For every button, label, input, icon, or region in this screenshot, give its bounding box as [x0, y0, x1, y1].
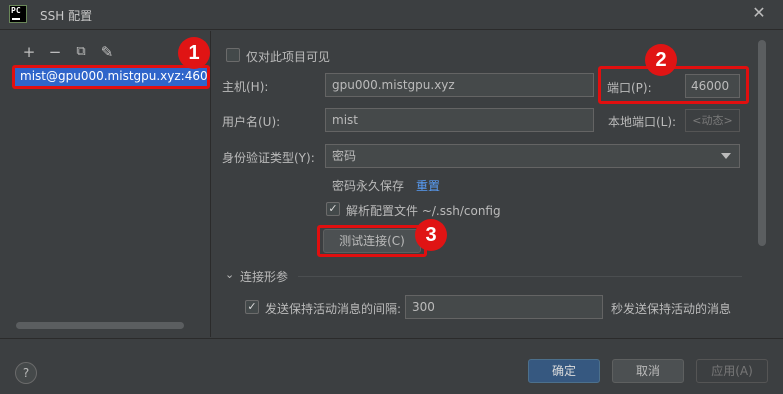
add-icon[interactable]: + — [20, 43, 38, 61]
close-icon[interactable]: ✕ — [750, 4, 768, 22]
test-connection-button[interactable]: 测试连接(C) — [323, 229, 421, 253]
port-label: 端口(P): — [607, 81, 652, 95]
parse-config-label: 解析配置文件 ~/.ssh/config — [346, 204, 501, 218]
vertical-scrollbar[interactable] — [758, 40, 766, 246]
collapse-chevron-icon[interactable]: ⌄ — [225, 268, 234, 281]
reset-link[interactable]: 重置 — [416, 177, 440, 194]
connection-params-header[interactable]: 连接形参 — [240, 268, 288, 285]
parse-config-checkbox[interactable]: ✓ — [326, 202, 340, 216]
section-divider — [298, 276, 742, 277]
keepalive-suffix: 秒发送保持活动的消息 — [611, 302, 732, 316]
highlight-box-1 — [12, 65, 210, 89]
host-label: 主机(H): — [222, 80, 269, 94]
project-only-checkbox[interactable] — [226, 48, 240, 62]
local-port-input: <动态> — [685, 109, 740, 132]
project-only-label: 仅对此项目可见 — [246, 50, 331, 64]
annotation-badge-1: 1 — [178, 37, 210, 69]
chevron-down-icon — [721, 153, 731, 159]
edit-icon[interactable]: ✎ — [98, 43, 116, 61]
apply-button: 应用(A) — [696, 359, 768, 383]
auth-type-select[interactable]: 密码 — [325, 144, 740, 168]
copy-icon[interactable]: ⧉ — [72, 43, 90, 61]
logo-text: PC — [11, 6, 21, 15]
horizontal-scrollbar[interactable] — [16, 322, 184, 329]
cancel-button[interactable]: 取消 — [612, 359, 684, 383]
username-input[interactable]: mist — [325, 108, 594, 132]
remove-icon[interactable]: − — [46, 43, 64, 61]
auth-type-label: 身份验证类型(Y): — [222, 151, 315, 165]
auth-type-value: 密码 — [332, 149, 357, 163]
pycharm-logo-icon: PC — [9, 5, 27, 23]
keepalive-label: 发送保持活动消息的间隔: — [265, 302, 402, 316]
keepalive-checkbox[interactable]: ✓ — [245, 300, 259, 314]
title-bar — [0, 0, 783, 30]
save-password-label: 密码永久保存 — [332, 179, 405, 193]
username-label: 用户名(U): — [222, 115, 281, 129]
annotation-badge-2: 2 — [645, 44, 677, 76]
window-title: SSH 配置 — [40, 9, 93, 23]
ok-button[interactable]: 确定 — [528, 359, 600, 383]
port-input[interactable]: 46000 — [685, 74, 740, 98]
annotation-badge-3: 3 — [415, 219, 447, 251]
local-port-label: 本地端口(L): — [608, 115, 677, 129]
host-input[interactable]: gpu000.mistgpu.xyz — [325, 73, 594, 97]
keepalive-input[interactable]: 300 — [405, 295, 603, 319]
help-icon[interactable]: ? — [15, 362, 37, 384]
